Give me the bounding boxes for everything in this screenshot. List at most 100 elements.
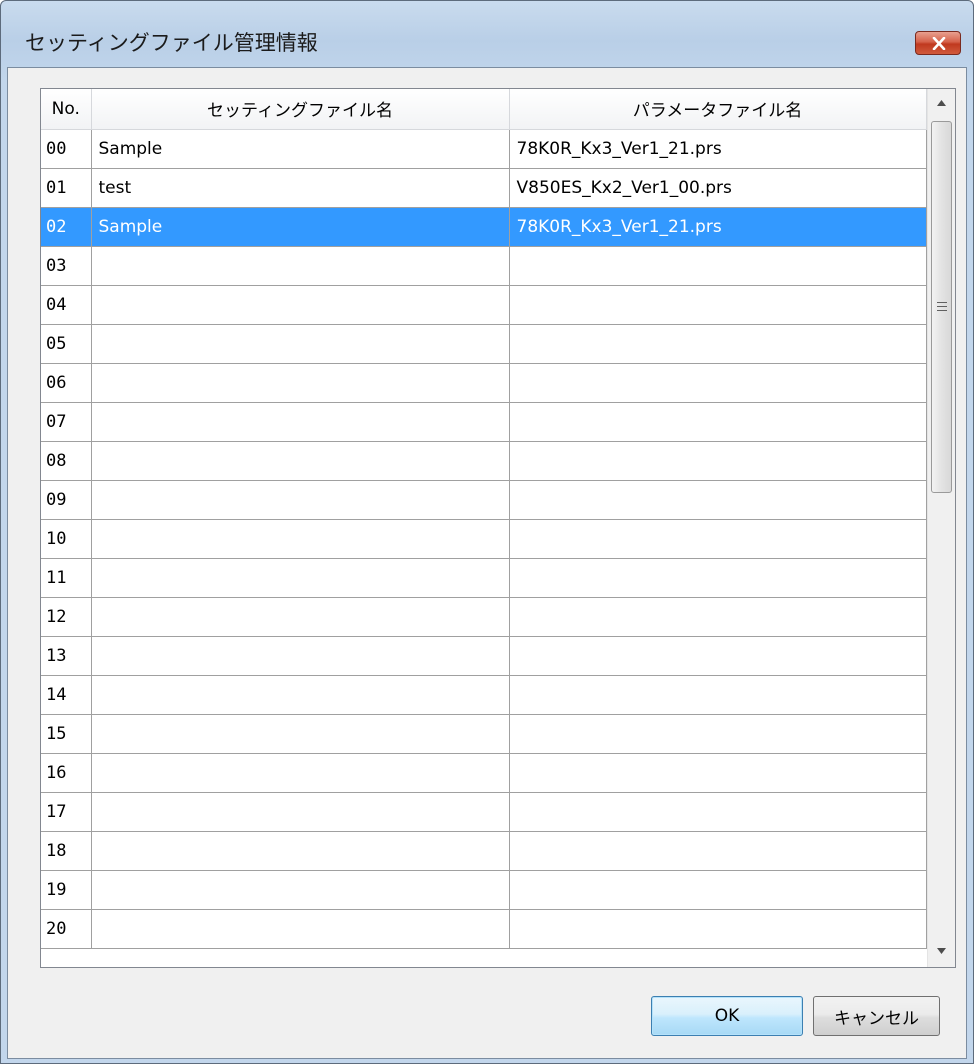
- cell-no[interactable]: 10: [41, 519, 92, 559]
- cell-setting-file-name[interactable]: [91, 909, 510, 949]
- cell-setting-file-name[interactable]: [91, 402, 510, 442]
- cell-no[interactable]: 20: [41, 909, 92, 949]
- cell-param-file-name[interactable]: [509, 636, 927, 676]
- cell-setting-file-name[interactable]: [91, 753, 510, 793]
- cell-setting-file-name[interactable]: [91, 792, 510, 832]
- table-row[interactable]: 08: [41, 441, 927, 481]
- cancel-button[interactable]: キャンセル: [813, 996, 940, 1036]
- table-row[interactable]: 03: [41, 246, 927, 286]
- scroll-up-arrow-icon: [937, 100, 946, 106]
- cell-param-file-name[interactable]: [509, 831, 927, 871]
- cell-setting-file-name[interactable]: [91, 519, 510, 559]
- table-row[interactable]: 10: [41, 519, 927, 559]
- cell-setting-file-name[interactable]: [91, 558, 510, 598]
- cell-param-file-name[interactable]: [509, 441, 927, 481]
- scroll-up-button[interactable]: [928, 89, 955, 119]
- scroll-grip-icon: [937, 302, 947, 312]
- cell-setting-file-name[interactable]: [91, 870, 510, 910]
- cell-no[interactable]: 07: [41, 402, 92, 442]
- table-row[interactable]: 13: [41, 636, 927, 676]
- cell-no[interactable]: 11: [41, 558, 92, 598]
- cell-no[interactable]: 01: [41, 168, 92, 208]
- cell-param-file-name[interactable]: [509, 792, 927, 832]
- cell-param-file-name[interactable]: [509, 714, 927, 754]
- cell-no[interactable]: 02: [41, 207, 92, 247]
- cell-param-file-name[interactable]: [509, 363, 927, 403]
- cell-no[interactable]: 00: [41, 129, 92, 169]
- cell-setting-file-name[interactable]: Sample: [91, 129, 510, 169]
- column-header-param-file[interactable]: パラメータファイル名: [509, 89, 927, 130]
- table-row[interactable]: 09: [41, 480, 927, 520]
- table-row[interactable]: 20: [41, 909, 927, 949]
- scroll-thumb[interactable]: [931, 121, 952, 493]
- cell-setting-file-name[interactable]: test: [91, 168, 510, 208]
- cell-setting-file-name[interactable]: [91, 714, 510, 754]
- table-row[interactable]: 11: [41, 558, 927, 598]
- cell-param-file-name[interactable]: [509, 558, 927, 598]
- setting-file-table: No. セッティングファイル名 パラメータファイル名 00 Sample 78K0R…: [41, 89, 927, 949]
- cell-setting-file-name[interactable]: [91, 285, 510, 325]
- scroll-down-button[interactable]: [928, 937, 955, 967]
- cell-no[interactable]: 18: [41, 831, 92, 871]
- cell-no[interactable]: 03: [41, 246, 92, 286]
- table-row[interactable]: 07: [41, 402, 927, 442]
- cell-setting-file-name[interactable]: [91, 480, 510, 520]
- cell-param-file-name[interactable]: [509, 597, 927, 637]
- cell-setting-file-name[interactable]: [91, 636, 510, 676]
- table-row[interactable]: 06: [41, 363, 927, 403]
- cell-param-file-name[interactable]: [509, 402, 927, 442]
- cell-setting-file-name[interactable]: [91, 675, 510, 715]
- table-row[interactable]: 17: [41, 792, 927, 832]
- cell-no[interactable]: 17: [41, 792, 92, 832]
- cell-setting-file-name[interactable]: [91, 246, 510, 286]
- table-row[interactable]: 02 Sample 78K0R_Kx3_Ver1_21.prs: [41, 207, 927, 247]
- cell-param-file-name[interactable]: [509, 675, 927, 715]
- cell-param-file-name[interactable]: V850ES_Kx2_Ver1_00.prs: [509, 168, 927, 208]
- cell-param-file-name[interactable]: [509, 246, 927, 286]
- cell-no[interactable]: 05: [41, 324, 92, 364]
- cell-no[interactable]: 14: [41, 675, 92, 715]
- cell-param-file-name[interactable]: [509, 909, 927, 949]
- cell-no[interactable]: 04: [41, 285, 92, 325]
- cell-no[interactable]: 13: [41, 636, 92, 676]
- table-row[interactable]: 16: [41, 753, 927, 793]
- table-row[interactable]: 00 Sample 78K0R_Kx3_Ver1_21.prs: [41, 129, 927, 169]
- close-icon: [932, 37, 946, 50]
- cell-param-file-name[interactable]: [509, 870, 927, 910]
- cell-param-file-name[interactable]: [509, 324, 927, 364]
- cell-no[interactable]: 09: [41, 480, 92, 520]
- cell-setting-file-name[interactable]: [91, 324, 510, 364]
- table-row[interactable]: 15: [41, 714, 927, 754]
- cell-no[interactable]: 12: [41, 597, 92, 637]
- cell-no[interactable]: 16: [41, 753, 92, 793]
- table-row[interactable]: 05: [41, 324, 927, 364]
- cell-setting-file-name[interactable]: [91, 441, 510, 481]
- window-title: セッティングファイル管理情報: [25, 31, 318, 55]
- table-row[interactable]: 19: [41, 870, 927, 910]
- column-header-no[interactable]: No.: [41, 89, 92, 130]
- table-row[interactable]: 01 test V850ES_Kx2_Ver1_00.prs: [41, 168, 927, 208]
- cell-setting-file-name[interactable]: Sample: [91, 207, 510, 247]
- cell-param-file-name[interactable]: 78K0R_Kx3_Ver1_21.prs: [509, 129, 927, 169]
- ok-button[interactable]: OK: [651, 996, 803, 1036]
- cell-setting-file-name[interactable]: [91, 363, 510, 403]
- close-button[interactable]: [915, 31, 961, 55]
- cell-no[interactable]: 06: [41, 363, 92, 403]
- cell-param-file-name[interactable]: 78K0R_Kx3_Ver1_21.prs: [509, 207, 927, 247]
- cell-no[interactable]: 19: [41, 870, 92, 910]
- table-row[interactable]: 18: [41, 831, 927, 871]
- table-row[interactable]: 04: [41, 285, 927, 325]
- table-row[interactable]: 14: [41, 675, 927, 715]
- cell-param-file-name[interactable]: [509, 753, 927, 793]
- column-header-setting-file[interactable]: セッティングファイル名: [91, 89, 510, 130]
- cell-no[interactable]: 08: [41, 441, 92, 481]
- cell-setting-file-name[interactable]: [91, 831, 510, 871]
- cell-no[interactable]: 15: [41, 714, 92, 754]
- cell-setting-file-name[interactable]: [91, 597, 510, 637]
- table-row[interactable]: 12: [41, 597, 927, 637]
- setting-file-grid: No. セッティングファイル名 パラメータファイル名 00 Sample 78K0R…: [40, 88, 956, 968]
- vertical-scrollbar[interactable]: [927, 89, 955, 967]
- cell-param-file-name[interactable]: [509, 519, 927, 559]
- cell-param-file-name[interactable]: [509, 480, 927, 520]
- cell-param-file-name[interactable]: [509, 285, 927, 325]
